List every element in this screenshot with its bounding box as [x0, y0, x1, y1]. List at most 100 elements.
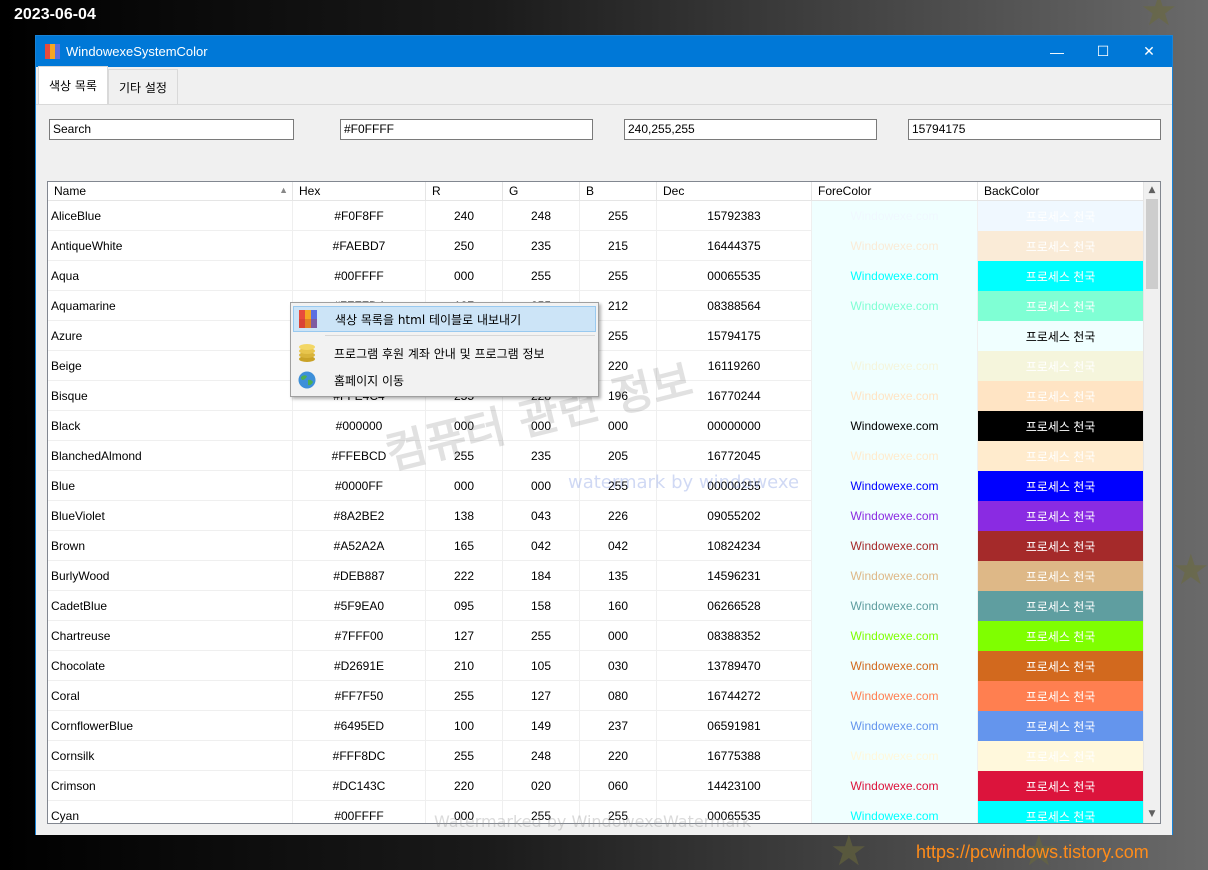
scroll-up-icon[interactable]: ▲	[1144, 182, 1160, 199]
cell-r: 210	[426, 651, 503, 681]
minimize-button[interactable]: —	[1034, 36, 1080, 67]
cell-hex: #7FFF00	[293, 621, 426, 651]
title-bar[interactable]: WindowexeSystemColor — ☐ ✕	[36, 36, 1172, 67]
table-row[interactable]: Coral #FF7F50 255 127 080 16744272 Windowexe.c…	[48, 681, 1144, 711]
table-row[interactable]: Chocolate #D2691E 210 105 030 13789470 Windowe…	[48, 651, 1144, 681]
table-row[interactable]: CornflowerBlue #6495ED 100 149 237 06591981 Wi…	[48, 711, 1144, 741]
cell-name: Chartreuse	[48, 621, 293, 651]
menu-item-export-html[interactable]: 색상 목록을 html 테이블로 내보내기	[293, 306, 596, 332]
menu-item-homepage[interactable]: 홈페이지 이동	[293, 367, 596, 393]
tab-other-settings[interactable]: 기타 설정	[107, 69, 178, 104]
table-row[interactable]: CadetBlue #5F9EA0 095 158 160 06266528 Windowe…	[48, 591, 1144, 621]
cell-r: 095	[426, 591, 503, 621]
cell-forecolor: Windowexe.com	[812, 561, 978, 591]
cell-hex: #FFF8DC	[293, 741, 426, 771]
table-row[interactable]: Aqua #00FFFF 000 255 255 00065535 Windowexe.co…	[48, 261, 1144, 291]
column-header-forecolor[interactable]: ForeColor	[812, 182, 978, 201]
vertical-scrollbar[interactable]: ▲ ▼	[1143, 182, 1160, 823]
cell-g: 127	[503, 681, 580, 711]
watermark-subtext: watermark by windowexe	[568, 472, 800, 493]
cell-forecolor: Windowexe.com	[812, 531, 978, 561]
cell-r: 222	[426, 561, 503, 591]
watermark-bottom: Watermarked by WindowexeWatermark	[434, 812, 752, 831]
cell-forecolor: Windowexe.com	[812, 621, 978, 651]
cell-name: Crimson	[48, 771, 293, 801]
cell-name: Black	[48, 411, 293, 441]
cell-forecolor: Windowexe.com	[812, 771, 978, 801]
cell-backcolor: 프로세스 천국	[978, 711, 1144, 741]
cell-b: 160	[580, 591, 657, 621]
menu-item-label: 홈페이지 이동	[334, 373, 405, 388]
cell-hex: #00FFFF	[293, 261, 426, 291]
color-grid[interactable]: Name ▲ Hex R G B Dec ForeColor BackColor …	[47, 181, 1161, 824]
cell-b: 237	[580, 711, 657, 741]
table-row[interactable]: BurlyWood #DEB887 222 184 135 14596231 Windowe…	[48, 561, 1144, 591]
cell-dec: 14423100	[657, 771, 812, 801]
cell-backcolor: 프로세스 천국	[978, 591, 1144, 621]
cell-forecolor: Windowexe.com	[812, 501, 978, 531]
column-header-hex[interactable]: Hex	[293, 182, 426, 201]
cell-backcolor: 프로세스 천국	[978, 681, 1144, 711]
cell-name: Cornsilk	[48, 741, 293, 771]
cell-b: 135	[580, 561, 657, 591]
scroll-thumb[interactable]	[1146, 199, 1158, 289]
tab-color-list[interactable]: 색상 목록	[38, 66, 108, 104]
cell-b: 255	[580, 261, 657, 291]
cell-r: 240	[426, 201, 503, 231]
rgb-field[interactable]: 240,255,255	[624, 119, 877, 140]
cell-b: 255	[580, 201, 657, 231]
cell-backcolor: 프로세스 천국	[978, 201, 1144, 231]
cell-forecolor: Windowexe.com	[812, 201, 978, 231]
cell-r: 255	[426, 681, 503, 711]
column-label: Name	[54, 184, 87, 198]
cell-dec: 16772045	[657, 441, 812, 471]
cell-b: 220	[580, 741, 657, 771]
column-header-name[interactable]: Name ▲	[48, 182, 293, 201]
cell-hex: #00FFFF	[293, 801, 426, 823]
sort-up-icon: ▲	[279, 185, 288, 195]
dec-field[interactable]: 15794175	[908, 119, 1161, 140]
table-row[interactable]: AntiqueWhite #FAEBD7 250 235 215 16444375 Wind…	[48, 231, 1144, 261]
maximize-button[interactable]: ☐	[1080, 36, 1126, 67]
column-header-r[interactable]: R	[426, 182, 503, 201]
cell-name: Beige	[48, 351, 293, 381]
table-row[interactable]: Brown #A52A2A 165 042 042 10824234 Windowexe.c…	[48, 531, 1144, 561]
date-stamp: 2023-06-04	[14, 6, 96, 23]
cell-r: 100	[426, 711, 503, 741]
cell-dec: 00000000	[657, 411, 812, 441]
cell-name: Bisque	[48, 381, 293, 411]
globe-icon	[296, 370, 318, 390]
table-row[interactable]: Chartreuse #7FFF00 127 255 000 08388352 Window…	[48, 621, 1144, 651]
column-header-b[interactable]: B	[580, 182, 657, 201]
cell-name: CornflowerBlue	[48, 711, 293, 741]
column-header-backcolor[interactable]: BackColor	[978, 182, 1144, 201]
cell-backcolor: 프로세스 천국	[978, 231, 1144, 261]
tab-strip: 색상 목록 기타 설정	[36, 66, 1172, 105]
scroll-down-icon[interactable]: ▼	[1144, 806, 1160, 823]
color-list-panel: Search #F0FFFF 240,255,255 15794175 Name…	[36, 105, 1172, 835]
table-row[interactable]: BlueViolet #8A2BE2 138 043 226 09055202 Window…	[48, 501, 1144, 531]
menu-item-donation-info[interactable]: 프로그램 후원 계좌 안내 및 프로그램 정보	[293, 340, 596, 366]
cell-forecolor: Windowexe.com	[812, 591, 978, 621]
hex-field[interactable]: #F0FFFF	[340, 119, 593, 140]
cell-b: 226	[580, 501, 657, 531]
grid-header: Name ▲ Hex R G B Dec ForeColor BackColor	[48, 182, 1144, 201]
column-header-g[interactable]: G	[503, 182, 580, 201]
cell-backcolor: 프로세스 천국	[978, 621, 1144, 651]
cell-dec: 00065535	[657, 261, 812, 291]
table-row[interactable]: AliceBlue #F0F8FF 240 248 255 15792383 Windowe…	[48, 201, 1144, 231]
cell-backcolor: 프로세스 천국	[978, 741, 1144, 771]
cell-hex: #6495ED	[293, 711, 426, 741]
cell-g: 255	[503, 261, 580, 291]
column-header-dec[interactable]: Dec	[657, 182, 812, 201]
cell-forecolor: Windowexe.com	[812, 681, 978, 711]
cell-forecolor: Windowexe.com	[812, 261, 978, 291]
close-button[interactable]: ✕	[1126, 36, 1172, 67]
cell-backcolor: 프로세스 천국	[978, 651, 1144, 681]
cell-hex: #FAEBD7	[293, 231, 426, 261]
table-row[interactable]: Cornsilk #FFF8DC 255 248 220 16775388 Windowex…	[48, 741, 1144, 771]
window-title: WindowexeSystemColor	[66, 44, 208, 59]
table-row[interactable]: BlanchedAlmond #FFEBCD 255 235 205 16772045 Wi…	[48, 441, 1144, 471]
table-row[interactable]: Crimson #DC143C 220 020 060 14423100 Windowexe…	[48, 771, 1144, 801]
search-input[interactable]: Search	[49, 119, 294, 140]
